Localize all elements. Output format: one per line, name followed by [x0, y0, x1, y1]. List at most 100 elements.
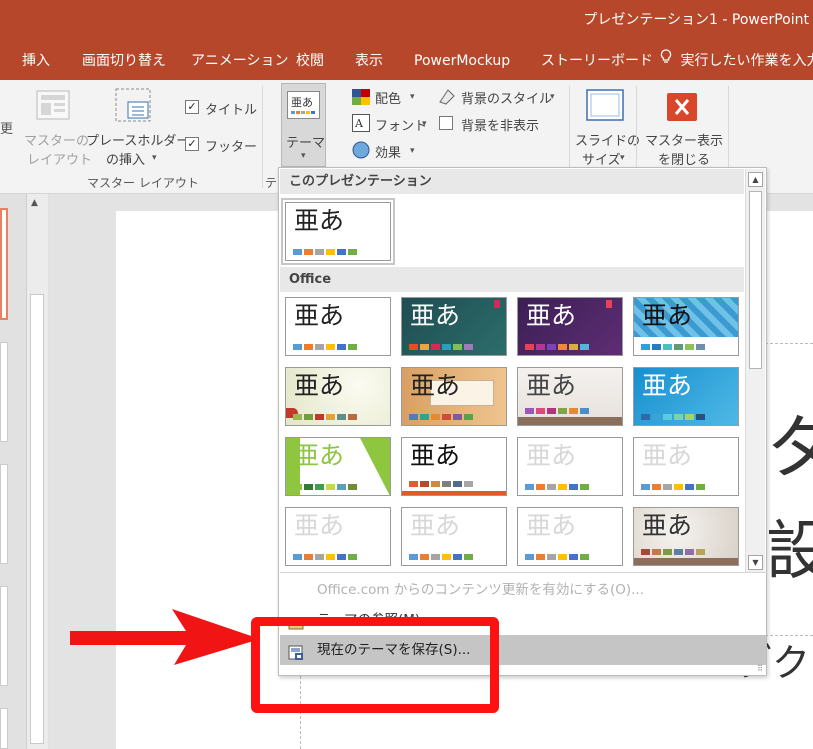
close-master-label-1[interactable]: マスター表示	[645, 130, 723, 149]
themes-dropdown: このプレゼンテーション 亜あ Office 亜あ 亜あ 亜あ 亜あ 亜あ 亜あ …	[278, 167, 767, 676]
theme-swatches	[641, 414, 705, 420]
themes-button[interactable]: 亜あ テーマ ▾	[281, 83, 326, 167]
theme-light-1[interactable]: 亜あ	[517, 437, 623, 496]
theme-pattern[interactable]: 亜あ	[633, 297, 739, 356]
tab-transitions[interactable]: 画面切り替え	[82, 42, 166, 80]
theme-swatches	[409, 344, 473, 350]
theme-swatches	[525, 484, 589, 490]
scroll-down-icon[interactable]: ▼	[748, 555, 763, 570]
hide-background-checkbox[interactable]	[439, 116, 453, 130]
theme-sample-text: 亜あ	[526, 511, 577, 540]
close-master-icon[interactable]	[667, 93, 697, 121]
slide-body-text[interactable]: 設	[766, 517, 813, 587]
section-office: Office	[280, 267, 744, 292]
themes-scrollbar[interactable]: ▲ ▼	[745, 169, 765, 573]
svg-text:亜あ: 亜あ	[291, 96, 313, 109]
tab-animations[interactable]: アニメーション	[191, 42, 288, 80]
slide-thumbnail[interactable]	[0, 708, 8, 749]
theme-sample-text: 亜あ	[294, 206, 345, 235]
footer-checkbox[interactable]: ✓	[185, 137, 199, 151]
insert-placeholder-icon[interactable]	[113, 86, 153, 124]
highlight-frame	[251, 617, 499, 713]
theme-light-4[interactable]: 亜あ	[401, 507, 507, 566]
close-master-label-2[interactable]: を閉じる	[658, 149, 710, 168]
master-layout-label-1[interactable]: マスターの	[24, 130, 89, 149]
chevron-down-icon[interactable]: ▾	[620, 153, 625, 163]
title-bar: プレゼンテーション1 - PowerPoint	[0, 0, 813, 42]
tab-view[interactable]: 表示	[355, 42, 383, 80]
fonts-label[interactable]: フォント	[375, 115, 427, 134]
slide-title-text[interactable]: タ	[766, 411, 813, 485]
tab-storyboard[interactable]: ストーリーボード	[541, 42, 653, 80]
theme-sample-text: 亜あ	[642, 301, 693, 330]
resize-grip-icon[interactable]: ⠿	[757, 664, 763, 673]
slide-thumbnails	[0, 194, 26, 749]
fonts-icon[interactable]: A	[352, 114, 370, 132]
theme-sample-text: 亜あ	[410, 441, 461, 470]
slide-size-label-1[interactable]: スライドの	[575, 130, 640, 149]
theme-swatches	[525, 408, 589, 414]
theme-current[interactable]: 亜あ	[281, 198, 395, 265]
theme-gray-wood[interactable]: 亜あ	[517, 367, 623, 426]
insert-placeholder-label-2[interactable]: の挿入	[106, 149, 145, 168]
tab-powermockup[interactable]: PowerMockup	[414, 42, 510, 80]
section-this-presentation: このプレゼンテーション	[280, 169, 744, 194]
scrollbar-thumb[interactable]	[749, 191, 762, 369]
background-styles-icon[interactable]	[438, 88, 456, 106]
chevron-down-icon[interactable]: ▾	[410, 146, 415, 156]
slide-size-label-2[interactable]: サイズ	[582, 149, 621, 168]
theme-purple[interactable]: 亜あ	[517, 297, 623, 356]
effects-label[interactable]: 効果	[375, 142, 401, 161]
theme-light-2[interactable]: 亜あ	[633, 437, 739, 496]
colors-icon[interactable]	[352, 89, 370, 105]
footer-checkbox-label[interactable]: フッター	[205, 136, 257, 155]
theme-green-swirl[interactable]: 亜あ	[285, 367, 391, 426]
theme-sample-text: 亜あ	[410, 511, 461, 540]
effects-icon[interactable]	[352, 141, 370, 159]
theme-orange-bar[interactable]: 亜あ	[401, 437, 507, 496]
chevron-down-icon[interactable]: ▾	[152, 153, 157, 163]
theme-green-facet[interactable]: 亜あ	[285, 437, 391, 496]
scrollbar-thumb[interactable]	[30, 294, 44, 744]
insert-placeholder-label-1[interactable]: プレースホルダー	[86, 130, 189, 149]
menu-divider	[280, 572, 767, 573]
theme-light-3[interactable]: 亜あ	[285, 507, 391, 566]
title-checkbox-label[interactable]: タイトル	[205, 99, 257, 118]
colors-label[interactable]: 配色	[375, 88, 401, 107]
theme-sample-text: 亜あ	[294, 301, 345, 330]
theme-sample-text: 亜あ	[294, 371, 345, 400]
chevron-down-icon[interactable]: ▾	[422, 119, 427, 129]
group-caption-master-layout: マスター レイアウト	[87, 176, 199, 190]
chevron-down-icon[interactable]: ▾	[410, 92, 415, 102]
theme-blue[interactable]: 亜あ	[633, 367, 739, 426]
tell-me-search[interactable]: 実行したい作業を入力	[660, 42, 813, 80]
title-checkbox[interactable]: ✓	[185, 100, 199, 114]
slide-thumbnail[interactable]	[0, 208, 8, 320]
theme-teal[interactable]: 亜あ	[401, 297, 507, 356]
chevron-down-icon: ▾	[301, 151, 306, 161]
lightbulb-icon	[660, 42, 676, 80]
slide-thumbnail[interactable]	[0, 342, 8, 442]
theme-sample-text: 亜あ	[294, 441, 345, 470]
tab-insert[interactable]: 挿入	[22, 42, 50, 80]
theme-office[interactable]: 亜あ	[285, 297, 391, 356]
master-layout-label-2[interactable]: レイアウト	[27, 149, 92, 168]
scroll-up-icon[interactable]: ▲	[31, 198, 38, 208]
chevron-down-icon[interactable]: ▾	[550, 92, 555, 102]
theme-wood[interactable]: 亜あ	[401, 367, 507, 426]
theme-sample-text: 亜あ	[526, 301, 577, 330]
theme-light-5[interactable]: 亜あ	[517, 507, 623, 566]
slide-thumbnail[interactable]	[0, 586, 8, 686]
tab-review[interactable]: 校閲	[296, 42, 324, 80]
hide-background-label[interactable]: 背景を非表示	[461, 115, 539, 134]
thumbnail-scrollbar[interactable]: ▲	[26, 194, 48, 749]
theme-sample-text: 亜あ	[642, 441, 693, 470]
theme-stone[interactable]: 亜あ	[633, 507, 739, 566]
background-styles-label[interactable]: 背景のスタイル	[461, 88, 552, 107]
group-separator	[262, 86, 263, 188]
theme-swatches	[641, 484, 705, 490]
slide-size-icon[interactable]	[586, 89, 624, 121]
scroll-up-icon[interactable]: ▲	[748, 172, 763, 187]
slide-thumbnail[interactable]	[0, 464, 8, 564]
menu-item-enable-updates[interactable]: Office.com からのコンテンツ更新を有効にする(O)...	[280, 575, 766, 605]
